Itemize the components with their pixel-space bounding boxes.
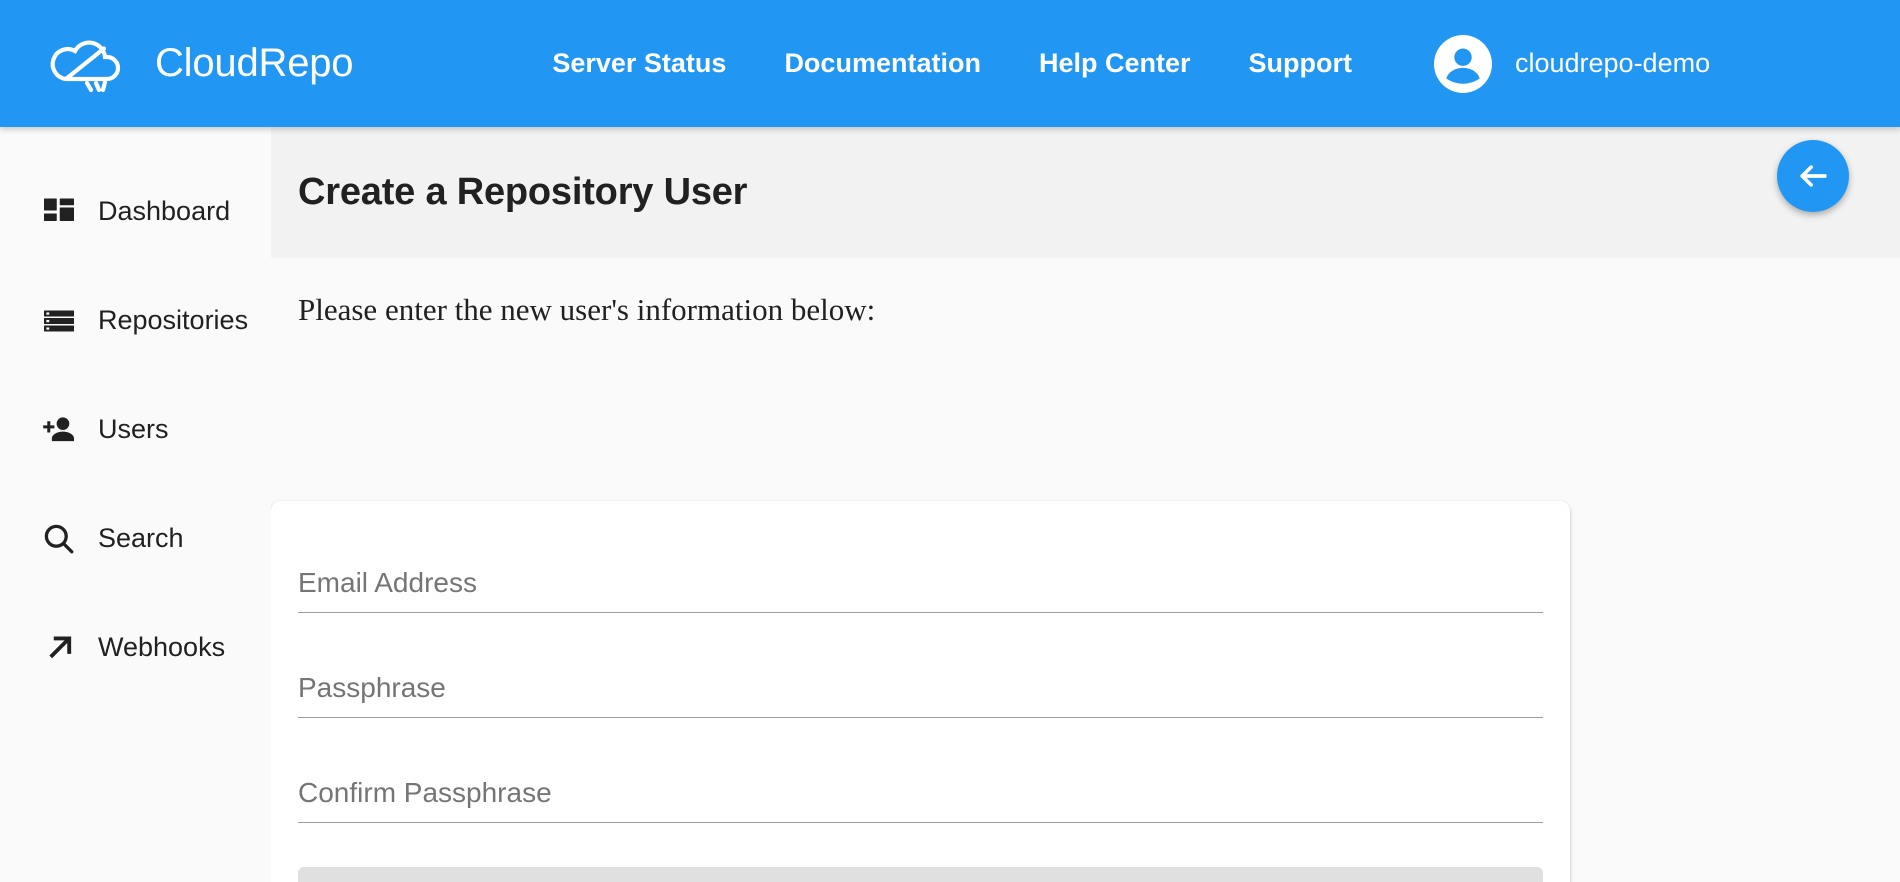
email-field[interactable] <box>298 541 1543 613</box>
page-title-bar: Create a Repository User <box>271 127 1900 258</box>
main-navigation: Server Status Documentation Help Center … <box>552 42 1352 85</box>
brand-name: CloudRepo <box>155 41 354 85</box>
email-field-group <box>298 541 1543 613</box>
sidebar-item-label: Dashboard <box>98 196 231 226</box>
sidebar-item-label: Search <box>98 523 184 553</box>
nav-support[interactable]: Support <box>1249 42 1352 85</box>
back-button[interactable] <box>1777 140 1849 212</box>
passphrase-field-group <box>298 646 1543 718</box>
user-name-label: cloudrepo-demo <box>1514 48 1711 78</box>
confirm-passphrase-field[interactable] <box>298 751 1543 823</box>
sidebar-item-repositories[interactable]: Repositories <box>0 266 271 375</box>
nav-documentation[interactable]: Documentation <box>784 42 981 85</box>
application-window: CloudRepo Server Status Documentation He… <box>0 0 1900 882</box>
add-user-button[interactable]: Add User <box>298 867 1543 882</box>
person-add-icon <box>40 411 78 449</box>
sidebar-item-search[interactable]: Search <box>0 484 271 593</box>
sidebar-item-users[interactable]: Users <box>0 375 271 484</box>
account-circle-icon <box>1433 34 1492 93</box>
sidebar-item-webhooks[interactable]: Webhooks <box>0 593 271 702</box>
arrow-left-icon <box>1800 165 1827 187</box>
nav-help-center[interactable]: Help Center <box>1039 42 1191 85</box>
confirm-passphrase-field-group <box>298 751 1543 823</box>
main-content-area: Create a Repository User Please enter th… <box>271 127 1900 882</box>
user-account-menu[interactable]: cloudrepo-demo <box>1433 34 1711 93</box>
search-icon <box>40 520 78 558</box>
sidebar-item-label: Users <box>98 414 169 444</box>
page-title: Create a Repository User <box>298 171 748 213</box>
sidebar-item-dashboard[interactable]: Dashboard <box>0 157 271 266</box>
top-header-bar: CloudRepo Server Status Documentation He… <box>0 0 1900 127</box>
nav-server-status[interactable]: Server Status <box>552 42 726 85</box>
passphrase-field[interactable] <box>298 646 1543 718</box>
instruction-text: Please enter the new user's information … <box>298 292 876 327</box>
storage-icon <box>40 302 78 340</box>
dashboard-icon <box>40 193 78 231</box>
left-sidebar: Dashboard Repositories Users Search Webh… <box>0 127 271 882</box>
cloud-repo-logo-icon <box>50 40 121 92</box>
brand-logo-area[interactable]: CloudRepo <box>47 33 354 95</box>
sidebar-item-label: Repositories <box>98 305 249 335</box>
arrow-outward-icon <box>40 629 78 667</box>
create-user-form-card: Add User <box>271 501 1570 882</box>
sidebar-item-label: Webhooks <box>98 632 226 662</box>
